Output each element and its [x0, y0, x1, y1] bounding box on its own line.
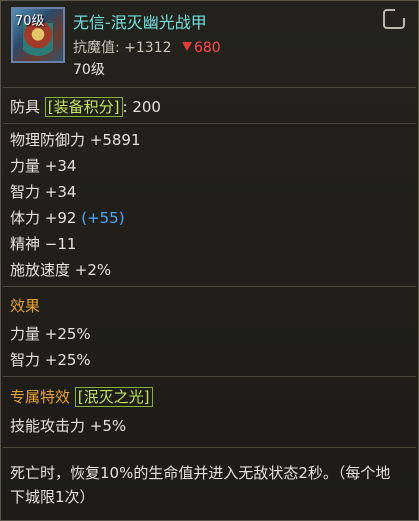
spirit-stat: 精神 −11 [10, 235, 77, 253]
intelligence-stat: 智力 +34 [10, 183, 77, 201]
special-title: 专属特效 [10, 388, 71, 406]
effects-title: 效果 [10, 297, 41, 315]
resist-diff: 680 [193, 40, 221, 56]
skill-attack-stat: 技能攻击力 +5% [10, 417, 127, 435]
item-name: 无信-泯灭幽光战甲 [73, 13, 207, 32]
effect-intelligence: 智力 +25% [10, 351, 91, 369]
divider [3, 286, 416, 287]
effect-strength: 力量 +25% [10, 325, 91, 343]
item-header: 70级 无信-泯灭幽光战甲 抗魔值: +1312 680 70级 ➚ [9, 6, 409, 78]
stamina-bonus: (+55) [81, 209, 125, 227]
stamina-stat-line: 体力 +92 (+55) [10, 207, 125, 228]
special-description: 死亡时，恢复10%的生命值并进入无敌状态2秒。（每个地下城限1次） [10, 464, 391, 506]
cast-speed-stat: 施放速度 +2% [10, 261, 112, 279]
physical-defense-stat: 物理防御力 +5891 [10, 131, 141, 149]
equip-score-line: 防具 [装备积分]: 200 [10, 96, 161, 117]
divider [3, 376, 416, 377]
down-arrow-icon [181, 42, 192, 51]
special-effect-line: 专属特效 [泯灭之光] [10, 386, 153, 407]
equip-score-value: : 200 [122, 98, 161, 116]
item-level-text: 70级 [73, 62, 105, 78]
item-tooltip: 70级 无信-泯灭幽光战甲 抗魔值: +1312 680 70级 ➚ 防具 [装… [0, 0, 419, 521]
divider [3, 123, 416, 124]
equip-score-tag[interactable]: [装备积分] [44, 97, 123, 117]
item-level-badge: 70级 [15, 14, 45, 29]
share-icon: ➚ [395, 6, 406, 20]
divider [3, 87, 416, 88]
special-tag[interactable]: [泯灭之光] [74, 387, 153, 407]
resist-label: 抗魔值: [73, 40, 120, 56]
resist-row: 抗魔值: +1312 680 [73, 37, 221, 57]
resist-value: +1312 [124, 40, 172, 56]
divider [3, 447, 416, 448]
stamina-stat: 体力 +92 [10, 209, 77, 227]
strength-stat: 力量 +34 [10, 157, 77, 175]
armor-label: 防具 [10, 98, 41, 116]
armor-item-icon: 70级 [11, 7, 65, 63]
share-button[interactable]: ➚ [383, 6, 407, 29]
